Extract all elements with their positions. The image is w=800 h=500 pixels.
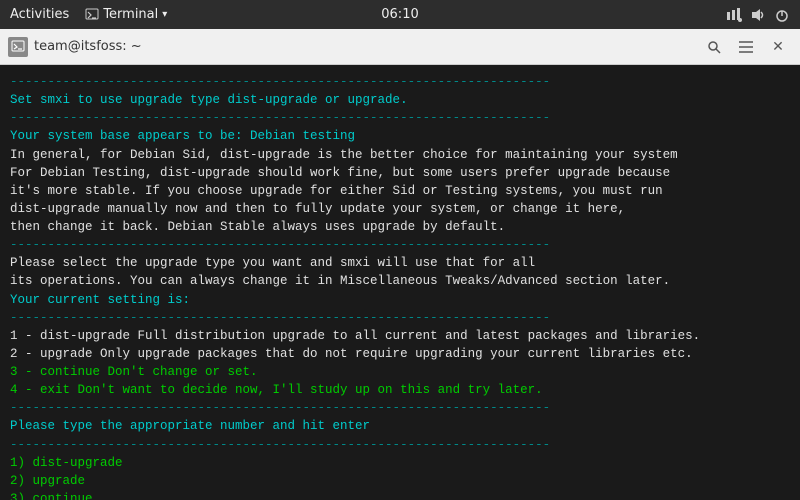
terminal-line: Set smxi to use upgrade type dist-upgrad… [10, 91, 790, 109]
activities-button[interactable]: Activities [10, 7, 69, 22]
terminal-title: team@itsfoss: ~ [34, 39, 142, 54]
terminal-line: For Debian Testing, dist-upgrade should … [10, 164, 790, 182]
power-icon [774, 8, 790, 22]
network-icon [726, 8, 742, 22]
terminal-line: In general, for Debian Sid, dist-upgrade… [10, 146, 790, 164]
terminal-line: 4 - exit Don't want to decide now, I'll … [10, 381, 790, 399]
system-bar-time: 06:10 [381, 7, 418, 22]
volume-icon [750, 8, 766, 22]
terminal-titlebar: team@itsfoss: ~ ✕ [0, 29, 800, 65]
tab-terminal-icon [11, 40, 25, 54]
terminal-line: 2 - upgrade Only upgrade packages that d… [10, 345, 790, 363]
system-bar-right [726, 8, 790, 22]
terminal-dropdown-icon[interactable]: ▾ [162, 9, 167, 20]
terminal-line: Please select the upgrade type you want … [10, 254, 790, 272]
terminal-tab-icon [8, 37, 28, 57]
terminal-line: ----------------------------------------… [10, 236, 790, 254]
terminal-line: then change it back. Debian Stable alway… [10, 218, 790, 236]
search-icon [707, 40, 721, 54]
terminal-label: Terminal ▾ [85, 7, 167, 22]
terminal-icon [85, 8, 99, 22]
terminal-content[interactable]: ----------------------------------------… [0, 65, 800, 500]
close-button[interactable]: ✕ [764, 33, 792, 61]
terminal-line: dist-upgrade manually now and then to fu… [10, 200, 790, 218]
terminal-line: 1) dist-upgrade [10, 454, 790, 472]
terminal-line: ----------------------------------------… [10, 399, 790, 417]
system-bar: Activities Terminal ▾ 06:10 [0, 0, 800, 29]
terminal-line: 1 - dist-upgrade Full distribution upgra… [10, 327, 790, 345]
menu-button[interactable] [732, 33, 760, 61]
terminal-line: Your system base appears to be: Debian t… [10, 127, 790, 145]
terminal-line: it's more stable. If you choose upgrade … [10, 182, 790, 200]
terminal-line: 2) upgrade [10, 472, 790, 490]
hamburger-icon [739, 41, 753, 53]
terminal-line: ----------------------------------------… [10, 436, 790, 454]
terminal-line: 3) continue [10, 490, 790, 500]
terminal-window: team@itsfoss: ~ ✕ ----------------------… [0, 29, 800, 500]
titlebar-left: team@itsfoss: ~ [8, 37, 142, 57]
terminal-line: its operations. You can always change it… [10, 272, 790, 290]
terminal-line: ----------------------------------------… [10, 109, 790, 127]
terminal-line: Your current setting is: [10, 291, 790, 309]
terminal-line: 3 - continue Don't change or set. [10, 363, 790, 381]
terminal-line: ----------------------------------------… [10, 309, 790, 327]
titlebar-right: ✕ [700, 33, 792, 61]
terminal-label-text: Terminal [103, 7, 158, 22]
terminal-line: Please type the appropriate number and h… [10, 417, 790, 435]
system-bar-left: Activities Terminal ▾ [10, 7, 167, 22]
search-button[interactable] [700, 33, 728, 61]
terminal-line: ----------------------------------------… [10, 73, 790, 91]
